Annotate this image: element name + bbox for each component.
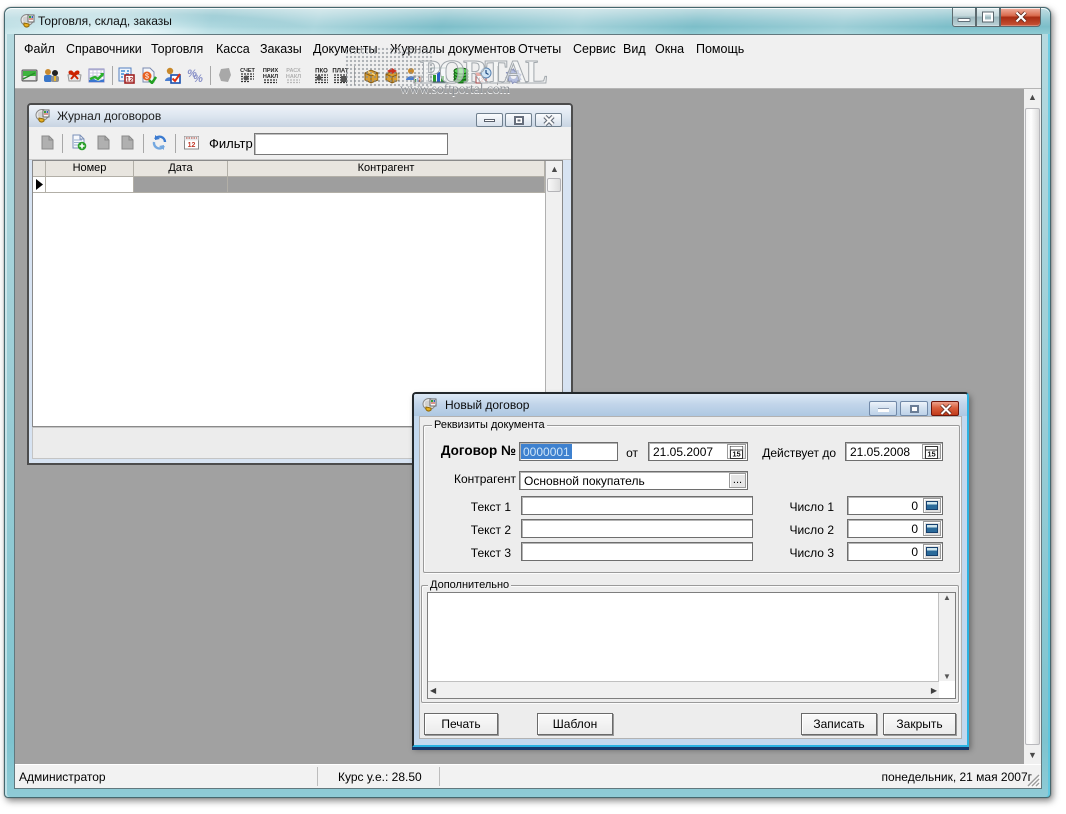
svg-text:%: % [193,73,203,84]
svg-text:12: 12 [126,77,134,84]
svg-text:НАКЛ: НАКЛ [263,74,278,80]
svg-text:$: $ [145,74,149,81]
svg-text:СЧЕТ: СЧЕТ [240,68,255,74]
svg-text:15: 15 [732,450,740,459]
svg-text:12: 12 [188,142,196,149]
svg-text:15: 15 [927,450,935,459]
svg-text:НАКЛ: НАКЛ [286,74,301,80]
svg-text:ПКО: ПКО [315,69,328,75]
